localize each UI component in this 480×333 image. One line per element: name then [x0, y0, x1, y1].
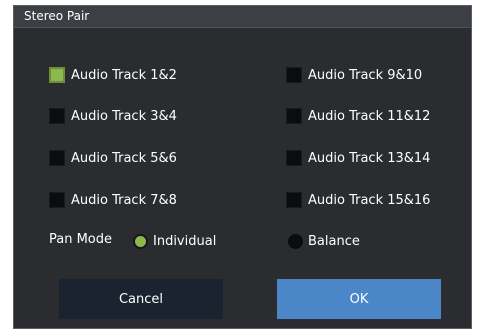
radio-label: Individual	[153, 233, 217, 249]
checkbox-label: Audio Track 13&14	[308, 150, 431, 166]
cancel-button[interactable]: Cancel	[59, 279, 223, 319]
checkbox-audio-track-3-4[interactable]: Audio Track 3&4	[49, 105, 177, 127]
checkbox-box[interactable]	[286, 192, 302, 208]
stereo-pair-dialog: Stereo Pair Audio Track 1&2 Audio Track …	[13, 5, 472, 329]
checkbox-audio-track-9-10[interactable]: Audio Track 9&10	[286, 64, 422, 86]
checkbox-label: Audio Track 15&16	[308, 192, 431, 208]
checkbox-audio-track-15-16[interactable]: Audio Track 15&16	[286, 189, 430, 211]
checkbox-box[interactable]	[49, 108, 65, 124]
title-bar: Stereo Pair	[14, 6, 471, 28]
radio-dot[interactable]	[288, 233, 303, 249]
checkbox-label: Audio Track 7&8	[71, 192, 177, 208]
checkbox-label: Audio Track 5&6	[71, 150, 177, 166]
checkbox-audio-track-7-8[interactable]: Audio Track 7&8	[49, 189, 177, 211]
checkbox-box[interactable]	[286, 108, 302, 124]
checkbox-box[interactable]	[286, 67, 302, 83]
pan-mode-label: Pan Mode	[49, 232, 113, 247]
checkbox-audio-track-11-12[interactable]: Audio Track 11&12	[286, 105, 430, 127]
checkbox-box[interactable]	[286, 150, 302, 166]
radio-label: Balance	[308, 233, 360, 249]
checkbox-label: Audio Track 11&12	[308, 108, 431, 124]
radio-dot[interactable]	[133, 233, 148, 249]
checkbox-audio-track-1-2[interactable]: Audio Track 1&2	[49, 64, 177, 86]
checkbox-label: Audio Track 9&10	[308, 67, 423, 83]
checkbox-audio-track-5-6[interactable]: Audio Track 5&6	[49, 147, 177, 169]
checkbox-audio-track-13-14[interactable]: Audio Track 13&14	[286, 147, 430, 169]
radio-balance[interactable]: Balance	[288, 230, 360, 252]
ok-button[interactable]: OK	[277, 279, 441, 319]
checkbox-label: Audio Track 1&2	[71, 67, 177, 83]
checkbox-box[interactable]	[49, 67, 65, 83]
checkbox-box[interactable]	[49, 150, 65, 166]
checkbox-box[interactable]	[49, 192, 65, 208]
radio-individual[interactable]: Individual	[133, 230, 216, 252]
dialog-title: Stereo Pair	[24, 9, 90, 23]
checkbox-label: Audio Track 3&4	[71, 108, 177, 124]
